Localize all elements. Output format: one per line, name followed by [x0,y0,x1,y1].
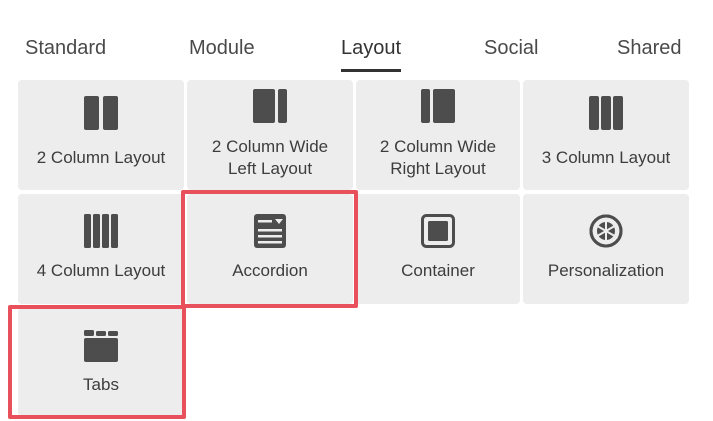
tile-label: 2 Column Wide [211,137,329,156]
tile-accordion[interactable]: Accordion [187,194,353,304]
tabs-icon [84,330,118,362]
two-column-icon [84,96,118,130]
tile-label: Tabs [83,375,119,394]
four-column-icon [84,214,118,248]
tile-label: 2 Column Wide [379,137,497,156]
tile-4-column-layout[interactable]: 4 Column Layout [18,194,184,304]
three-column-icon [589,96,623,130]
tile-tabs[interactable]: Tabs [18,308,184,416]
tile-label: Personalization [547,261,665,280]
tile-label: 2 Column Layout [36,148,166,167]
tile-container[interactable]: Container [356,194,520,304]
tab-social[interactable]: Social [484,36,538,60]
personalization-icon [589,214,623,248]
tile-2-column-wide-left-layout[interactable]: 2 Column Wide Left Layout [187,80,353,190]
tab-standard[interactable]: Standard [25,36,106,60]
accordion-icon [254,214,286,248]
tile-label: 3 Column Layout [541,148,671,167]
tile-label: Accordion [232,261,308,280]
tab-module[interactable]: Module [189,36,255,60]
tab-layout[interactable]: Layout [341,36,402,72]
tile-label: 4 Column Layout [36,261,166,280]
tile-personalization[interactable]: Personalization [523,194,689,304]
tile-2-column-layout[interactable]: 2 Column Layout [18,80,184,190]
tile-2-column-wide-right-layout[interactable]: 2 Column Wide Right Layout [356,80,520,190]
component-category-tabs: Standard Module Layout Social Shared [0,0,713,72]
two-column-wide-right-icon [421,89,455,123]
container-icon [421,214,455,248]
tile-3-column-layout[interactable]: 3 Column Layout [523,80,689,190]
tab-shared[interactable]: Shared [617,36,682,60]
tile-label: Left Layout [227,159,313,178]
tile-label: Container [401,261,475,280]
tile-label: Right Layout [390,159,486,178]
two-column-wide-left-icon [253,89,287,123]
